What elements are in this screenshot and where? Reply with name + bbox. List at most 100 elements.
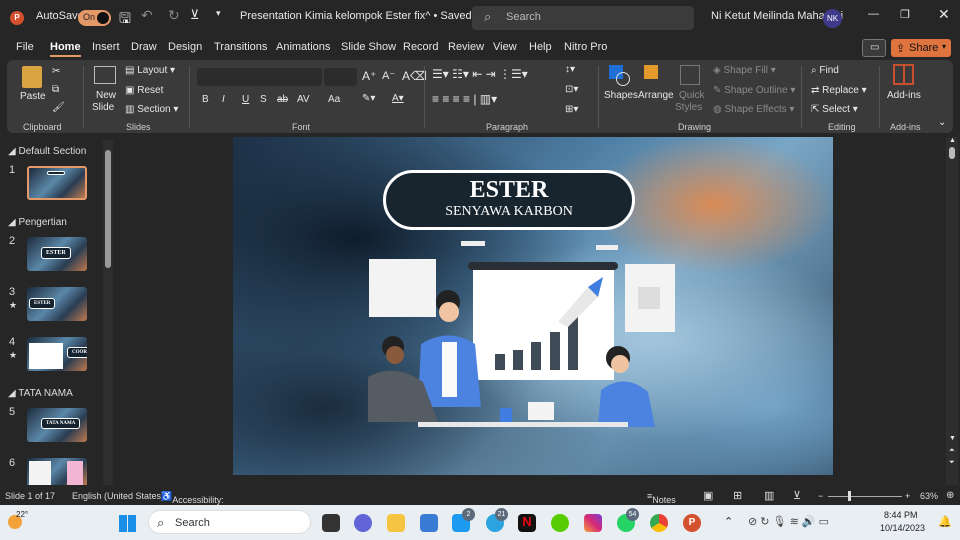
notification-bell-icon[interactable]: 🔔 (938, 515, 952, 528)
thumbnail-scrollbar[interactable] (103, 140, 113, 485)
instagram-icon[interactable] (584, 514, 602, 532)
scroll-down-icon[interactable]: ▼ (949, 435, 956, 442)
tab-animations[interactable]: Animations (276, 41, 330, 53)
arrange-button[interactable]: Arrange (638, 90, 674, 101)
section-button[interactable]: ▥ Section ▾ (125, 104, 178, 115)
bold-button[interactable]: B (202, 94, 209, 105)
slide-thumbnail-1[interactable] (27, 166, 87, 200)
zoom-slider-thumb[interactable] (848, 491, 851, 501)
reading-view-icon[interactable]: ▥ (764, 489, 774, 502)
align-text-icon[interactable]: ⊡▾ (565, 84, 578, 95)
comments-button[interactable]: ▭ (862, 39, 886, 57)
slide-scrollbar[interactable]: ▲ ▼ ⏶ ⏷ (946, 137, 958, 485)
new-slide-label[interactable]: Slide (92, 102, 114, 113)
tab-slide-show[interactable]: Slide Show (341, 41, 396, 53)
task-view-icon[interactable] (322, 514, 340, 532)
slide-thumbnail-6[interactable] (27, 458, 87, 485)
tray-icons[interactable]: ⊘ ↻ 🎙 ≋ 🔊 ▭ (748, 515, 829, 528)
clock-time[interactable]: 8:44 PM (884, 510, 918, 520)
character-spacing-button[interactable]: AV (297, 94, 310, 105)
add-ins-button[interactable]: Add-ins (887, 90, 921, 101)
font-size-input[interactable] (324, 68, 357, 86)
document-title[interactable]: Presentation Kimia kelompok Ester fix^ •… (240, 10, 472, 22)
slideshow-view-icon[interactable]: ⊻ (793, 489, 801, 502)
normal-view-icon[interactable]: ▣ (703, 489, 713, 502)
slide-canvas[interactable]: ESTER SENYAWA KARBON (233, 137, 833, 475)
slide-title-box[interactable]: ESTER SENYAWA KARBON (383, 170, 635, 230)
search-input[interactable]: ⌕ Search (472, 6, 694, 30)
restore-icon[interactable]: ❐ (900, 8, 910, 21)
scroll-thumb[interactable] (949, 147, 955, 159)
taskbar-search[interactable]: ⌕ Search (148, 510, 311, 534)
language-status[interactable]: English (United States) (72, 491, 164, 501)
italic-button[interactable]: I (222, 94, 225, 105)
clock-date[interactable]: 10/14/2023 (880, 523, 925, 533)
notepad-icon[interactable] (420, 514, 438, 532)
scroll-up-icon[interactable]: ▲ (949, 137, 956, 144)
cut-icon[interactable]: ✂ (52, 66, 60, 77)
share-button[interactable]: ⇪ Share ▾ (891, 39, 951, 57)
next-slide-icon[interactable]: ⏷ (949, 459, 955, 467)
minimize-icon[interactable]: — (868, 8, 879, 20)
tab-record[interactable]: Record (403, 41, 438, 53)
present-icon[interactable]: ⊻ (190, 7, 200, 23)
zoom-in-icon[interactable]: + (905, 491, 910, 501)
replace-button[interactable]: ⇄ Replace ▾ (811, 85, 867, 96)
slide-thumbnail-2[interactable]: ESTER (27, 237, 87, 271)
netflix-icon[interactable]: N (518, 514, 536, 532)
tab-help[interactable]: Help (529, 41, 552, 53)
shape-fill-button[interactable]: ◈ Shape Fill ▾ (713, 65, 776, 76)
new-slide-button[interactable]: New (96, 90, 116, 101)
tab-review[interactable]: Review (448, 41, 484, 53)
show-hidden-icons-icon[interactable]: ⌃ (724, 515, 733, 528)
zoom-out-icon[interactable]: − (818, 491, 823, 501)
shape-outline-button[interactable]: ✎ Shape Outline ▾ (713, 85, 795, 96)
tab-design[interactable]: Design (168, 41, 202, 53)
reset-button[interactable]: ▣ Reset (125, 85, 163, 96)
find-button[interactable]: ⌕ Find (811, 65, 839, 76)
select-button[interactable]: ⇱ Select ▾ (811, 104, 858, 115)
avatar[interactable]: NK (823, 9, 842, 28)
duolingo-icon[interactable] (551, 514, 569, 532)
section-tata-nama[interactable]: ◢ TATA NAMA (8, 388, 73, 399)
close-icon[interactable]: ✕ (938, 6, 950, 23)
autosave-toggle[interactable]: On (78, 10, 111, 26)
slide-thumbnail-4[interactable]: COOR (27, 337, 87, 371)
collapse-ribbon-icon[interactable]: ⌄ (938, 117, 946, 128)
font-name-input[interactable] (197, 68, 322, 86)
previous-slide-icon[interactable]: ⏶ (949, 447, 955, 455)
redo-icon[interactable]: ↻ (168, 7, 180, 24)
font-color-icon[interactable]: A▾ (392, 93, 404, 104)
quick-styles-label[interactable]: Styles (675, 102, 702, 113)
scroll-thumb[interactable] (105, 150, 111, 268)
shapes-button[interactable]: Shapes (604, 90, 638, 101)
tab-nitro-pro[interactable]: Nitro Pro (564, 41, 607, 53)
tab-home[interactable]: Home (50, 41, 81, 57)
section-pengertian[interactable]: ◢ Pengertian (8, 217, 67, 228)
shape-effects-button[interactable]: ◍ Shape Effects ▾ (713, 104, 794, 115)
align-icons[interactable]: ≡ ≡ ≡ ≡ | ▥▾ (432, 92, 497, 106)
paste-button[interactable]: Paste (20, 91, 46, 102)
decrease-font-icon[interactable]: A⁻ (382, 69, 395, 82)
strikethrough-button[interactable]: ab (277, 94, 288, 105)
teams-icon[interactable] (354, 514, 372, 532)
tab-file[interactable]: File (16, 41, 34, 53)
text-direction-icon[interactable]: ↕▾ (565, 64, 575, 75)
section-default[interactable]: ◢ Default Section (8, 146, 86, 157)
underline-button[interactable]: U (242, 94, 249, 105)
slide-thumbnail-5[interactable]: TATA NAMA (27, 408, 87, 442)
tab-draw[interactable]: Draw (131, 41, 157, 53)
fit-to-window-icon[interactable]: ⊕ (946, 490, 954, 501)
notes-button[interactable]: ≡ Notes (647, 491, 676, 505)
tab-view[interactable]: View (493, 41, 517, 53)
copy-icon[interactable]: ⧉ (52, 84, 59, 95)
quick-styles-button[interactable]: Quick (679, 90, 705, 101)
undo-icon[interactable]: ↶ (141, 7, 153, 24)
file-explorer-icon[interactable] (387, 514, 405, 532)
windows-start-icon[interactable] (119, 515, 136, 532)
slide-sorter-icon[interactable]: ⊞ (733, 489, 742, 502)
layout-button[interactable]: ▤ Layout ▾ (125, 65, 175, 76)
change-case-button[interactable]: Aa (328, 94, 340, 105)
increase-font-icon[interactable]: A⁺ (362, 69, 376, 83)
bullets-icon[interactable]: ☰▾ ☷▾ ⇤ ⇥ ⋮☰▾ (432, 67, 528, 81)
